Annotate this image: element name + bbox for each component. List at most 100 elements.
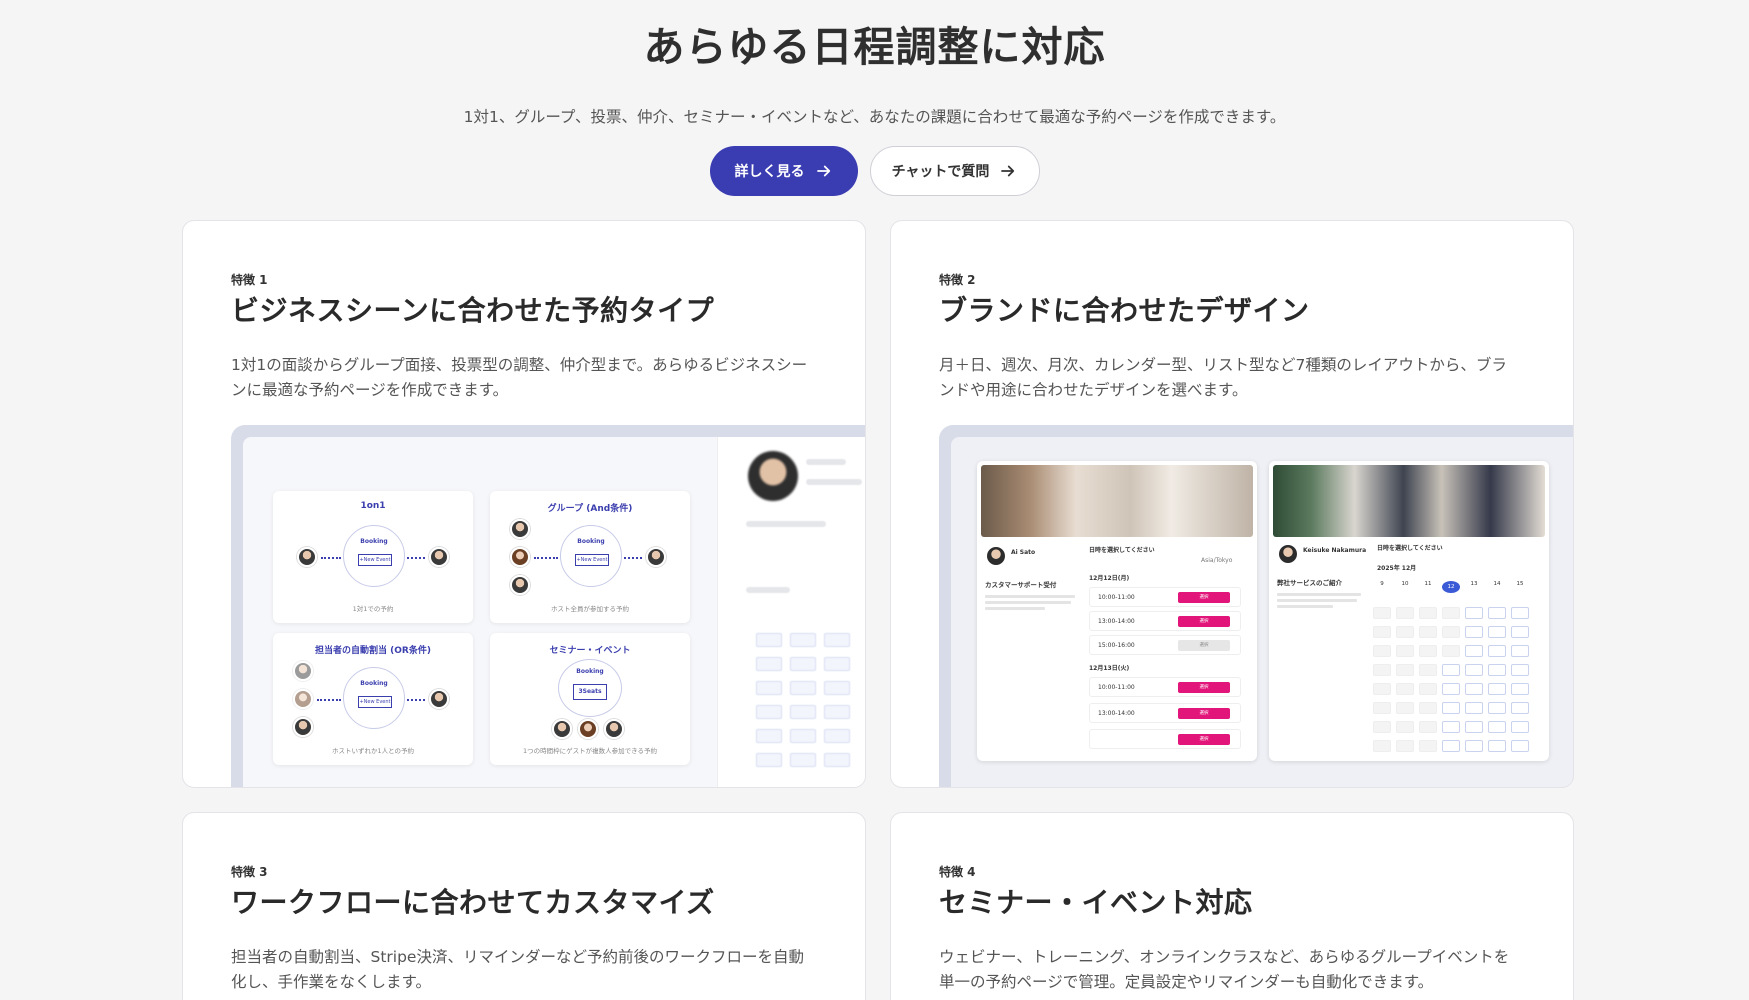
placeholder-line [806, 459, 846, 465]
slot-cell[interactable] [1442, 683, 1460, 695]
feature-card-4: 特徴 4 セミナー・イベント対応 ウェビナー、トレーニング、オンラインクラスなど… [890, 812, 1574, 1000]
slot-cell[interactable] [1488, 645, 1506, 657]
day-header[interactable]: 11 [1419, 581, 1437, 587]
slot-cell[interactable] [1442, 664, 1460, 676]
select-button[interactable]: 選択 [1178, 708, 1230, 719]
design-screenshot: Ai Sato カスタマーサポート受付 日時を選択してください Asia/Tok… [939, 425, 1573, 787]
select-button[interactable]: 選択 [1178, 640, 1230, 651]
slot-cell[interactable] [1465, 740, 1483, 752]
guest-avatar [429, 547, 449, 567]
slot-cell[interactable] [1488, 607, 1506, 619]
feature-label: 特徴 2 [939, 273, 976, 287]
header-photo [1273, 465, 1545, 537]
feature-title: ビジネスシーンに合わせた予約タイプ [231, 294, 715, 327]
day-header[interactable]: 14 [1488, 581, 1506, 587]
connector-line [407, 699, 425, 701]
avatar [987, 547, 1005, 565]
slot-cell [824, 633, 850, 647]
slot-cell[interactable] [1488, 626, 1506, 638]
slot-cell [1373, 721, 1391, 733]
slot-cell [1396, 702, 1414, 714]
feature-description: 月＋日、週次、月次、カレンダー型、リスト型など7種類のレイアウトから、ブランドや… [939, 356, 1507, 399]
time-slot[interactable]: 10:00-11:00 選択 [1089, 587, 1241, 607]
tile-title: 担当者の自動割当 (OR条件) [315, 646, 431, 656]
guest-avatar [646, 547, 666, 567]
slot-cell[interactable] [1511, 702, 1529, 714]
slot-cell[interactable] [1465, 721, 1483, 733]
slot-cell[interactable] [1465, 607, 1483, 619]
booking-label: Booking [360, 538, 388, 545]
select-button[interactable]: 選択 [1178, 734, 1230, 745]
slot-cell [1373, 607, 1391, 619]
hero-buttons: 詳しく見る チャットで質問 [0, 146, 1749, 196]
slot-cell[interactable] [1465, 702, 1483, 714]
slot-cell [756, 681, 782, 695]
slot-cell[interactable] [1511, 740, 1529, 752]
slot-cell[interactable] [1442, 702, 1460, 714]
time-slot[interactable]: 13:00-14:00 選択 [1089, 611, 1241, 631]
connector-line [624, 557, 642, 559]
slot-cell [1442, 607, 1460, 619]
slot-cell[interactable] [1511, 664, 1529, 676]
feature-title: ブランドに合わせたデザイン [939, 294, 1310, 327]
day-header[interactable]: 13 [1465, 581, 1483, 587]
slot-cell[interactable] [1511, 721, 1529, 733]
host-name: Keisuke Nakamura [1303, 547, 1367, 554]
slot-cell[interactable] [1488, 702, 1506, 714]
page-title: あらゆる日程調整に対応 [643, 23, 1106, 71]
slot-time: 13:00-14:00 [1098, 710, 1135, 717]
learn-more-label: 詳しく見る [734, 164, 805, 180]
slot-cell[interactable] [1442, 721, 1460, 733]
time-slot[interactable]: 13:00-14:00 選択 [1089, 703, 1241, 723]
booking-icon: Booking +New Event [343, 525, 405, 587]
time-slot[interactable]: 15:00-16:00 選択 [1089, 635, 1241, 655]
slot-cell[interactable] [1442, 740, 1460, 752]
booking-page-preview [717, 437, 865, 787]
day-header[interactable]: 12 [1442, 581, 1460, 593]
select-button[interactable]: 選択 [1178, 616, 1230, 627]
slot-cell[interactable] [1511, 645, 1529, 657]
placeholder-line [1277, 605, 1333, 608]
feature-label: 特徴 4 [939, 865, 976, 879]
slot-cell[interactable] [1488, 721, 1506, 733]
chat-question-button[interactable]: チャットで質問 [869, 146, 1040, 196]
seats-label: 3Seats [573, 684, 607, 700]
tile-caption: ホストいずれか1人との予約 [331, 747, 415, 755]
slot-cell [1396, 645, 1414, 657]
slot-cell[interactable] [1511, 626, 1529, 638]
day-header[interactable]: 9 [1373, 581, 1391, 587]
slot-cell [756, 657, 782, 671]
slot-cell[interactable] [1488, 740, 1506, 752]
slot-cell[interactable] [1465, 683, 1483, 695]
day-header[interactable]: 10 [1396, 581, 1414, 587]
day-header[interactable]: 15 [1511, 581, 1529, 587]
new-event-label: +New Event [358, 696, 392, 708]
slot-cell[interactable] [1465, 645, 1483, 657]
slot-cell [1373, 664, 1391, 676]
month-label: 2025年 12月 [1377, 565, 1417, 572]
select-button[interactable]: 選択 [1178, 682, 1230, 693]
slot-cell [1419, 664, 1437, 676]
slot-cell[interactable] [1488, 664, 1506, 676]
slot-cell[interactable] [1488, 683, 1506, 695]
time-slot[interactable]: 10:00-11:00 選択 [1089, 677, 1241, 697]
slot-cell[interactable] [1511, 683, 1529, 695]
select-button[interactable]: 選択 [1178, 592, 1230, 603]
avatar [748, 451, 798, 501]
host-avatar [293, 661, 313, 681]
slot-cell[interactable] [1511, 607, 1529, 619]
time-slot[interactable]: 選択 [1089, 729, 1241, 749]
page-subtitle: 1対1、グループ、投票、仲介、セミナー・イベントなど、あなたの課題に合わせて最適… [463, 108, 1286, 126]
slot-cell [1396, 664, 1414, 676]
slot-cell[interactable] [1465, 664, 1483, 676]
timezone-label: Asia/Tokyo [1201, 557, 1233, 564]
arrow-right-icon [816, 165, 830, 177]
booking-icon: Booking +New Event [560, 525, 622, 587]
host-avatar [510, 519, 530, 539]
booking-page-list-layout: Ai Sato カスタマーサポート受付 日時を選択してください Asia/Tok… [977, 461, 1257, 761]
booking-icon: Booking +New Event [343, 667, 405, 729]
new-event-label: +New Event [575, 554, 609, 566]
learn-more-button[interactable]: 詳しく見る [709, 146, 858, 196]
slot-cell [756, 705, 782, 719]
slot-cell[interactable] [1465, 626, 1483, 638]
